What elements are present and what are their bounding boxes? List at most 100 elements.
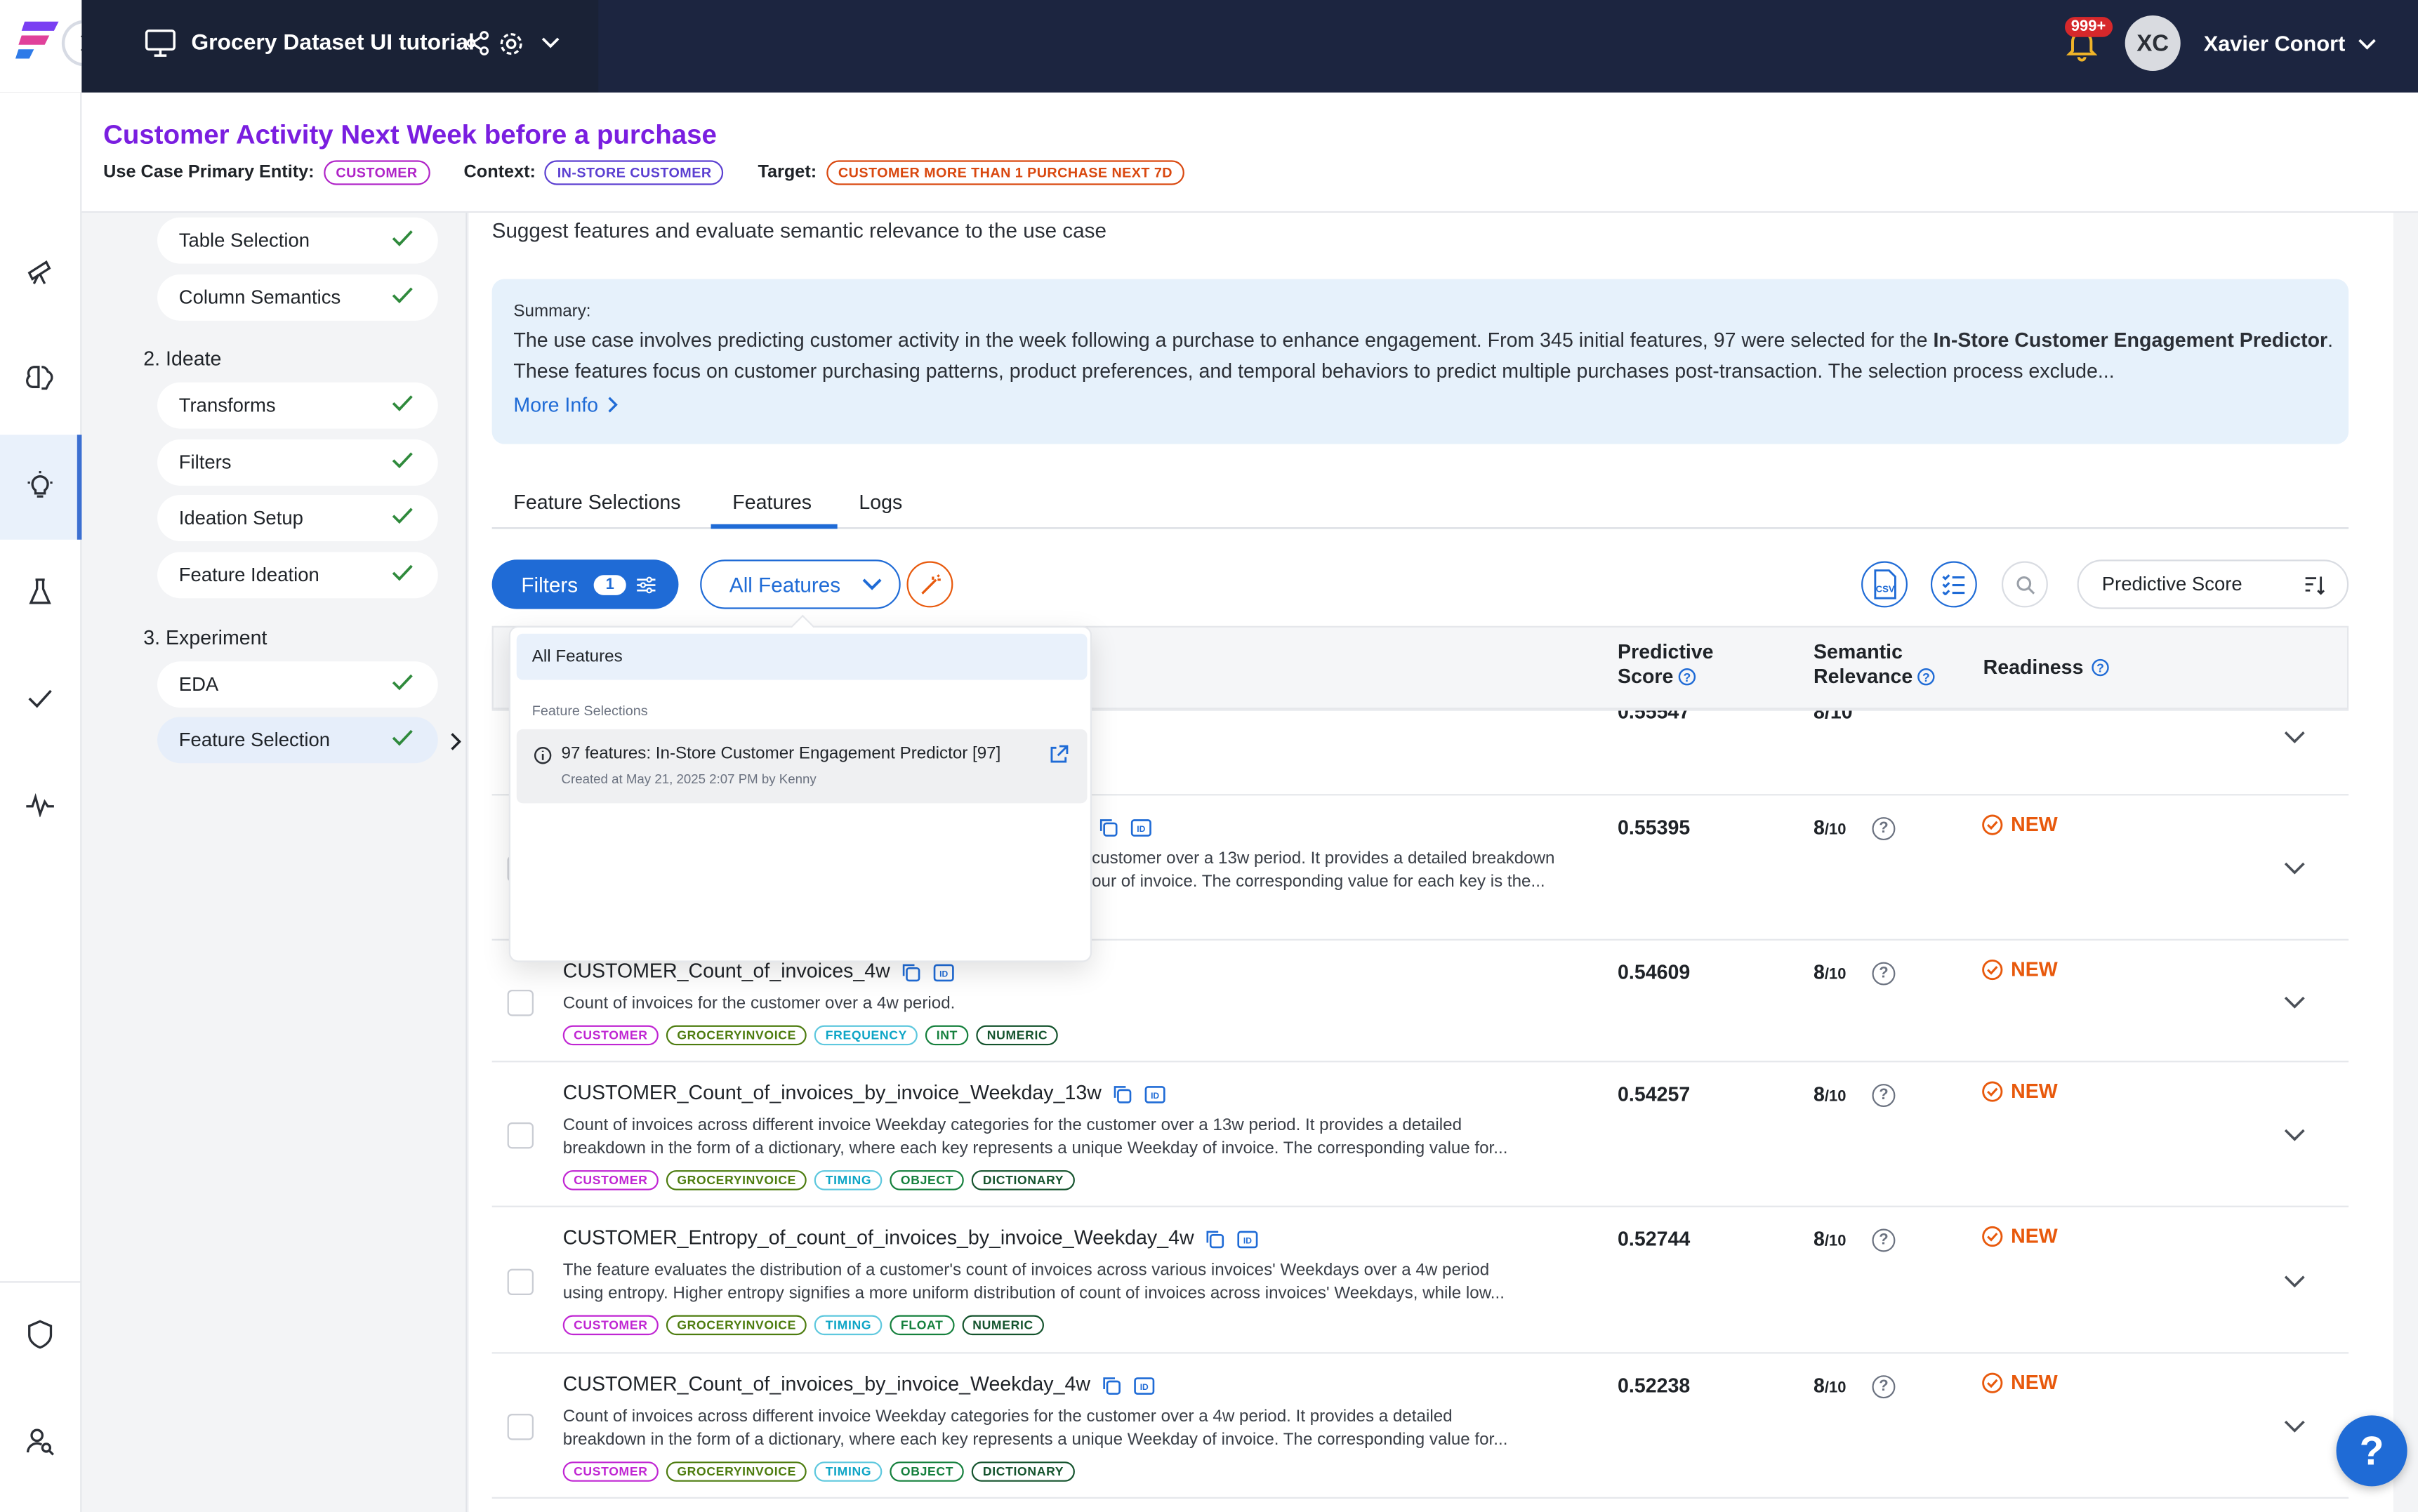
help-circle-icon[interactable]: ? bbox=[1872, 1228, 1896, 1252]
user-bar: 999+ XC Xavier Conort bbox=[598, 0, 2418, 93]
table-row[interactable]: CUSTOMER_Entropy_of_count_of_invoices_by… bbox=[491, 1205, 2349, 1353]
chevron-down-icon[interactable] bbox=[2284, 731, 2306, 743]
feature-tag: INT bbox=[925, 1025, 969, 1046]
copy-icon[interactable] bbox=[1206, 1230, 1224, 1248]
tab-feature-selections[interactable]: Feature Selections bbox=[513, 490, 680, 513]
chevron-down-icon[interactable] bbox=[2284, 862, 2306, 875]
rail-item-ideate[interactable] bbox=[22, 467, 59, 505]
feature-description-line: Count of invoices for the customer over … bbox=[562, 994, 956, 1014]
external-link-icon[interactable] bbox=[1049, 745, 1069, 765]
feature-name[interactable]: CUSTOMER_Count_of_invoices_4w bbox=[563, 959, 890, 982]
col-semantic-relevance[interactable]: Semantic Relevance? bbox=[1814, 640, 1936, 689]
check-icon bbox=[392, 674, 413, 691]
step-column-semantics[interactable]: Column Semantics bbox=[157, 274, 438, 321]
rail-item-telescope[interactable] bbox=[22, 253, 59, 290]
sort-select[interactable]: Predictive Score bbox=[2077, 559, 2349, 609]
rail-item-brain[interactable] bbox=[22, 359, 59, 397]
search-icon bbox=[2016, 575, 2035, 594]
help-circle-icon[interactable]: ? bbox=[1872, 962, 1896, 986]
step-feature-selection[interactable]: Feature Selection bbox=[157, 717, 438, 764]
filters-button[interactable]: Filters 1 bbox=[491, 559, 679, 609]
chevron-down-icon[interactable] bbox=[541, 37, 560, 50]
option-all-features[interactable]: All Features bbox=[516, 633, 1088, 680]
info-icon[interactable]: ? bbox=[2091, 658, 2109, 677]
semantic-score-denominator: /10 bbox=[1824, 821, 1846, 839]
tab-features[interactable]: Features bbox=[732, 490, 812, 513]
project-title[interactable]: Grocery Dataset UI tutorial bbox=[191, 31, 475, 55]
option-feature-selection[interactable]: 97 features: In-Store Customer Engagemen… bbox=[516, 729, 1088, 804]
chevron-right-icon[interactable] bbox=[449, 732, 461, 750]
chevron-down-icon[interactable] bbox=[2284, 995, 2306, 1008]
id-card-icon[interactable]: ID bbox=[1237, 1230, 1259, 1248]
app-logo-icon[interactable] bbox=[15, 18, 65, 62]
svg-text:ID: ID bbox=[1243, 1235, 1252, 1245]
info-icon[interactable]: ? bbox=[1678, 668, 1696, 686]
semantic-score-value: 8 bbox=[1814, 960, 1825, 984]
feature-description-line: our of invoice. The corresponding value … bbox=[1092, 873, 1545, 891]
magic-wand-button[interactable] bbox=[906, 561, 953, 608]
help-circle-icon[interactable]: ? bbox=[1872, 817, 1896, 841]
tab-logs[interactable]: Logs bbox=[859, 490, 902, 513]
id-card-icon[interactable]: ID bbox=[1130, 818, 1152, 836]
chevron-down-icon[interactable] bbox=[2284, 1420, 2306, 1433]
download-csv-button[interactable]: CSV bbox=[1861, 561, 1908, 608]
rail-item-experiment[interactable] bbox=[22, 573, 59, 611]
gear-icon[interactable] bbox=[498, 31, 524, 57]
id-card-icon[interactable]: ID bbox=[1133, 1376, 1155, 1394]
chevron-down-icon[interactable] bbox=[2358, 39, 2376, 51]
user-search-icon bbox=[26, 1428, 54, 1456]
id-card-icon[interactable]: ID bbox=[933, 963, 955, 981]
step-filters[interactable]: Filters bbox=[157, 439, 438, 486]
rail-item-user-search[interactable] bbox=[22, 1423, 59, 1460]
copy-icon[interactable] bbox=[1114, 1085, 1132, 1103]
help-circle-icon[interactable]: ? bbox=[1872, 1375, 1896, 1399]
avatar[interactable]: XC bbox=[2125, 15, 2181, 72]
feature-name[interactable]: CUSTOMER_Entropy_of_count_of_invoices_by… bbox=[563, 1226, 1194, 1249]
feature-name[interactable]: CUSTOMER_Count_of_invoices_by_invoice_We… bbox=[563, 1372, 1090, 1395]
info-circle-icon bbox=[534, 747, 552, 764]
rail-item-security[interactable] bbox=[22, 1317, 59, 1354]
copy-icon[interactable] bbox=[1099, 818, 1118, 836]
help-circle-icon[interactable]: ? bbox=[1872, 1084, 1896, 1108]
rail-item-monitor[interactable] bbox=[22, 786, 59, 823]
workflow-steps-panel: Table Selection Column Semantics 2. Idea… bbox=[107, 213, 468, 1512]
feature-list-select[interactable]: All Features bbox=[700, 559, 901, 609]
step-eda[interactable]: EDA bbox=[157, 661, 438, 708]
predictive-score: 0.55395 bbox=[1618, 815, 1691, 839]
feature-tag: FREQUENCY bbox=[814, 1025, 918, 1046]
step-ideation-setup[interactable]: Ideation Setup bbox=[157, 495, 438, 541]
row-checkbox[interactable] bbox=[507, 989, 534, 1016]
row-checkbox[interactable] bbox=[507, 1122, 534, 1149]
feature-tag: NUMERIC bbox=[976, 1025, 1059, 1046]
svg-text:ID: ID bbox=[1151, 1090, 1160, 1100]
info-icon[interactable]: ? bbox=[1917, 668, 1936, 686]
entity-label: Use Case Primary Entity: bbox=[103, 163, 315, 183]
row-checkbox[interactable] bbox=[507, 1268, 534, 1294]
copy-icon[interactable] bbox=[1103, 1376, 1121, 1394]
search-button[interactable] bbox=[2001, 561, 2048, 608]
readiness-status: NEW bbox=[1981, 957, 2058, 981]
more-info-link[interactable]: More Info bbox=[513, 393, 618, 416]
step-table-selection[interactable]: Table Selection bbox=[157, 217, 438, 264]
share-icon[interactable] bbox=[465, 31, 490, 55]
chevron-down-icon[interactable] bbox=[2284, 1129, 2306, 1141]
rail-item-check[interactable] bbox=[22, 680, 59, 717]
col-readiness[interactable]: Readiness ? bbox=[1983, 655, 2110, 679]
checklist-button[interactable] bbox=[1930, 561, 1977, 608]
feature-description-line: Count of invoices across different invoi… bbox=[562, 1407, 1453, 1426]
check-icon bbox=[392, 287, 413, 304]
feature-description: Count of invoices across different invoi… bbox=[563, 1406, 1597, 1452]
id-card-icon[interactable]: ID bbox=[1144, 1085, 1166, 1103]
chevron-down-icon[interactable] bbox=[2284, 1274, 2306, 1287]
table-row[interactable]: CUSTOMER_Count_of_invoices_by_invoice_We… bbox=[491, 1352, 2349, 1497]
table-row[interactable]: CUSTOMER_Count_of_invoices_by_invoice_We… bbox=[491, 1061, 2349, 1206]
row-checkbox[interactable] bbox=[507, 1414, 534, 1440]
step-transforms[interactable]: Transforms bbox=[157, 382, 438, 429]
help-button[interactable]: ? bbox=[2336, 1415, 2407, 1487]
copy-icon[interactable] bbox=[902, 963, 920, 981]
readiness-status: NEW bbox=[1981, 813, 2058, 835]
step-feature-ideation[interactable]: Feature Ideation bbox=[157, 552, 438, 599]
feature-name[interactable]: CUSTOMER_Count_of_invoices_by_invoice_We… bbox=[563, 1081, 1102, 1104]
col-predictive-score[interactable]: Predictive Score? bbox=[1618, 640, 1714, 689]
user-name[interactable]: Xavier Conort bbox=[2204, 31, 2346, 55]
